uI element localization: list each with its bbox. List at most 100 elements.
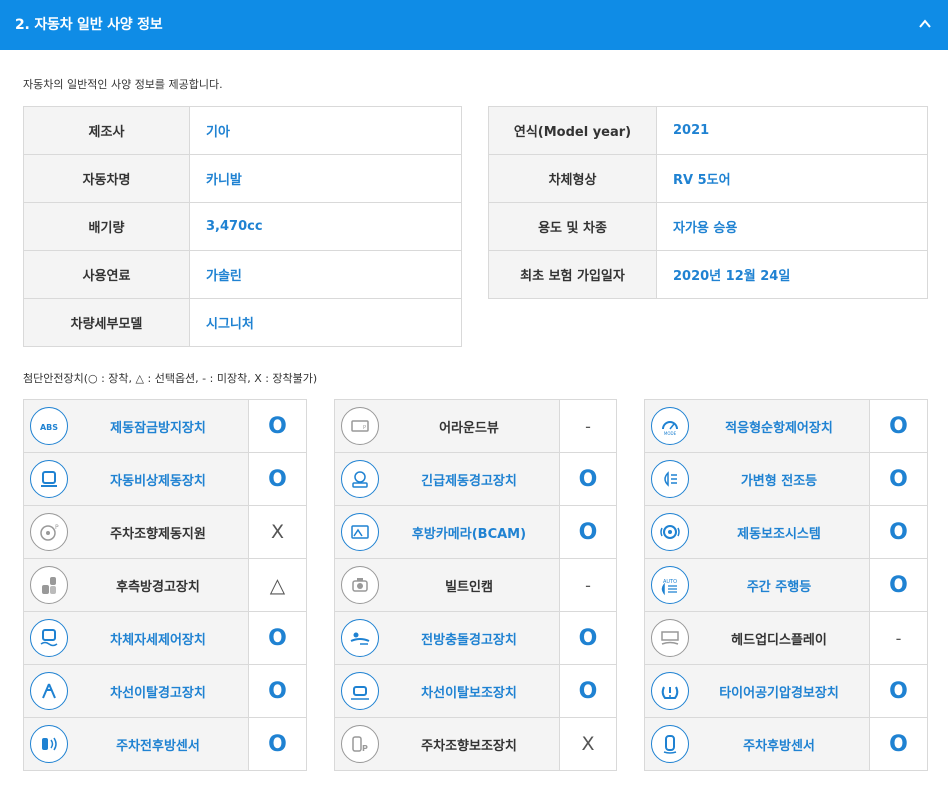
spec-key: 최초 보험 가입일자 <box>488 250 657 299</box>
brake-assist-icon <box>651 513 689 551</box>
spec-value: 가솔린 <box>189 250 462 299</box>
safety-feature-label: 차선이탈경고장치 <box>110 685 206 701</box>
safety-status: - <box>559 399 617 453</box>
spec-value: 3,470cc <box>189 202 462 251</box>
spec-key: 차체형상 <box>488 154 657 203</box>
section-header[interactable]: 2. 자동차 일반 사양 정보 <box>0 0 948 50</box>
spec-row: 제조사 기아 <box>23 106 462 155</box>
safety-status: O <box>869 717 928 771</box>
spec-value: 기아 <box>189 106 462 155</box>
safety-row: 자동비상제동장치 O <box>23 452 307 506</box>
safety-status-value: O <box>889 678 908 704</box>
safety-feature: 차선이탈경고장치 <box>23 664 249 718</box>
safety-feature-label: 제동보조시스템 <box>737 526 821 542</box>
safety-status: O <box>869 452 928 506</box>
safety-row: 긴급제동경고장치 O <box>334 452 617 506</box>
safety-row: 타이어공기압경보장치 O <box>644 664 928 718</box>
safety-row: 후방카메라(BCAM) O <box>334 505 617 559</box>
safety-status-value: X <box>270 521 285 543</box>
lane-departure-warning-icon <box>30 672 68 710</box>
spec-key: 사용연료 <box>23 250 190 299</box>
safety-status: X <box>248 505 307 559</box>
spec-row: 최초 보험 가입일자 2020년 12월 24일 <box>488 250 928 299</box>
safety-status: O <box>869 399 928 453</box>
safety-feature-label: 차체자세제어장치 <box>110 632 206 648</box>
spec-value: 2020년 12월 24일 <box>656 250 928 299</box>
safety-feature-label: 차선이탈보조장치 <box>421 685 517 701</box>
spec-key: 연식(Model year) <box>488 106 657 155</box>
rear-warning-icon <box>30 566 68 604</box>
safety-status-value: O <box>889 731 908 757</box>
safety-status-value: O <box>578 678 598 704</box>
safety-feature: 차체자세제어장치 <box>23 611 249 665</box>
safety-feature: ABS 제동잠금방지장치 <box>23 399 249 453</box>
safety-status-value: O <box>889 413 908 439</box>
emergency-brake-warning-icon <box>341 460 379 498</box>
safety-row: ABS 제동잠금방지장치 O <box>23 399 307 453</box>
svg-text:ABS: ABS <box>40 423 58 432</box>
safety-feature-label: 어라운드뷰 <box>439 420 499 436</box>
safety-row: P 주차조향제동지원 X <box>23 505 307 559</box>
safety-status-value: △ <box>269 573 286 597</box>
spec-value: RV 5도어 <box>656 154 928 203</box>
safety-status: O <box>248 611 307 665</box>
around-view-icon: P <box>341 407 379 445</box>
forward-collision-icon <box>341 619 379 657</box>
safety-status: - <box>559 558 617 612</box>
spec-key: 자동차명 <box>23 154 190 203</box>
safety-feature: 타이어공기압경보장치 <box>644 664 870 718</box>
spec-row: 자동차명 카니발 <box>23 154 462 203</box>
safety-row: 차선이탈보조장치 O <box>334 664 617 718</box>
safety-feature: 제동보조시스템 <box>644 505 870 559</box>
safety-table-3: MODE 적응형순항제어장치 O 가변형 전조등 O 제동보조시스템 O AUTO 주간 주행등… <box>644 399 928 771</box>
parking-sensor-icon <box>30 725 68 763</box>
safety-status-value: O <box>268 466 287 492</box>
safety-row: 빌트인캠 - <box>334 558 617 612</box>
safety-status-value: O <box>268 731 287 757</box>
adaptive-cruise-icon: MODE <box>651 407 689 445</box>
safety-feature-label: 후측방경고장치 <box>116 579 200 595</box>
safety-status-value: - <box>585 416 591 436</box>
safety-feature: 차선이탈보조장치 <box>334 664 560 718</box>
adaptive-headlight-icon <box>651 460 689 498</box>
safety-feature: 주차전후방센서 <box>23 717 249 771</box>
safety-feature-label: 주차전후방센서 <box>116 738 200 754</box>
safety-status-value: X <box>581 733 595 755</box>
safety-status: △ <box>248 558 307 612</box>
svg-text:P: P <box>55 524 59 531</box>
safety-legend: 첨단안전장치(○ : 장착, △ : 선택옵션, - : 미장착, X : 장착… <box>23 372 318 385</box>
spec-value: 자가용 승용 <box>656 202 928 251</box>
safety-feature: 긴급제동경고장치 <box>334 452 560 506</box>
safety-feature: 후방카메라(BCAM) <box>334 505 560 559</box>
safety-row: 가변형 전조등 O <box>644 452 928 506</box>
safety-feature: AUTO 주간 주행등 <box>644 558 870 612</box>
safety-feature-label: 적응형순항제어장치 <box>725 420 833 436</box>
daytime-running-light-icon: AUTO <box>651 566 689 604</box>
built-in-cam-icon <box>341 566 379 604</box>
safety-status-value: O <box>889 519 908 545</box>
safety-feature-label: 주차후방센서 <box>743 738 815 754</box>
safety-table-2: P 어라운드뷰 - 긴급제동경고장치 O 후방카메라(BCAM) O 빌트인캠 - 전방충돌경고장… <box>334 399 617 771</box>
chevron-up-icon[interactable] <box>918 17 932 31</box>
spec-table-right: 연식(Model year) 2021 차체형상 RV 5도어 용도 및 차종 자가용 승… <box>488 106 928 299</box>
safety-status: O <box>559 452 617 506</box>
spec-row: 배기량 3,470cc <box>23 202 462 251</box>
safety-table-1: ABS 제동잠금방지장치 O 자동비상제동장치 O P 주차조향제동지원 X 후측방경고장치 △ 차… <box>23 399 307 771</box>
safety-row: 주차전후방센서 O <box>23 717 307 771</box>
tire-pressure-icon <box>651 672 689 710</box>
spec-key: 제조사 <box>23 106 190 155</box>
safety-feature-label: 주간 주행등 <box>746 579 812 595</box>
safety-status: O <box>869 505 928 559</box>
safety-feature: P 어라운드뷰 <box>334 399 560 453</box>
svg-text:P: P <box>363 425 366 431</box>
safety-status: O <box>869 558 928 612</box>
safety-feature: 가변형 전조등 <box>644 452 870 506</box>
safety-status: O <box>248 664 307 718</box>
emergency-brake-icon <box>30 460 68 498</box>
safety-status: O <box>559 505 617 559</box>
spec-row: 차체형상 RV 5도어 <box>488 154 928 203</box>
safety-status: - <box>869 611 928 665</box>
safety-feature-label: 헤드업디스플레이 <box>731 632 827 648</box>
safety-row: AUTO 주간 주행등 O <box>644 558 928 612</box>
safety-row: 차선이탈경고장치 O <box>23 664 307 718</box>
